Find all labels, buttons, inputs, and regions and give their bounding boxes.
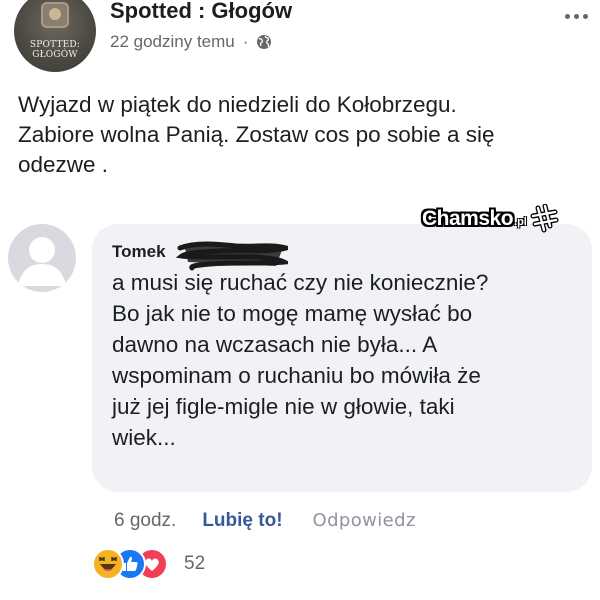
avatar-logo-text: SPOTTED: GŁOGÓW — [29, 40, 81, 60]
comment-text: a musi się ruchać czy nie koniecznie? Bo… — [112, 270, 489, 450]
avatar-emblem — [41, 2, 69, 28]
facebook-post: SPOTTED: GŁOGÓW Spotted : Głogów 22 godz… — [0, 0, 600, 600]
page-avatar[interactable]: SPOTTED: GŁOGÓW — [14, 0, 96, 72]
default-profile-icon — [18, 237, 66, 286]
more-options-icon[interactable] — [565, 14, 588, 19]
post-meta: 22 godziny temu · — [110, 32, 272, 52]
haha-reaction-icon — [92, 548, 124, 580]
globe-icon — [257, 35, 272, 49]
commenter-name-link[interactable]: Tomek — [112, 242, 166, 262]
comment-actions: 6 godz. Lubię to! Odpowiedz — [114, 510, 416, 532]
comment-timestamp[interactable]: 6 godz. — [114, 510, 176, 532]
watermark-text: Chamsko — [422, 207, 514, 230]
reaction-count: 52 — [184, 553, 206, 574]
meta-separator: · — [242, 32, 249, 51]
hash-logo-icon — [530, 204, 559, 233]
reply-button[interactable]: Odpowiedz — [313, 510, 416, 531]
post-text: Wyjazd w piątek do niedzieli do Kołobrze… — [18, 92, 495, 177]
reactions-summary[interactable]: 52 — [92, 548, 205, 580]
page-name-link[interactable]: Spotted : Głogów — [110, 0, 292, 24]
watermark-logo: Chamsko .pl — [422, 204, 559, 234]
like-button[interactable]: Lubię to! — [202, 510, 282, 532]
commenter-avatar[interactable] — [8, 224, 76, 292]
post-timestamp[interactable]: 22 godziny temu — [110, 32, 235, 52]
watermark-suffix: .pl — [514, 216, 527, 228]
